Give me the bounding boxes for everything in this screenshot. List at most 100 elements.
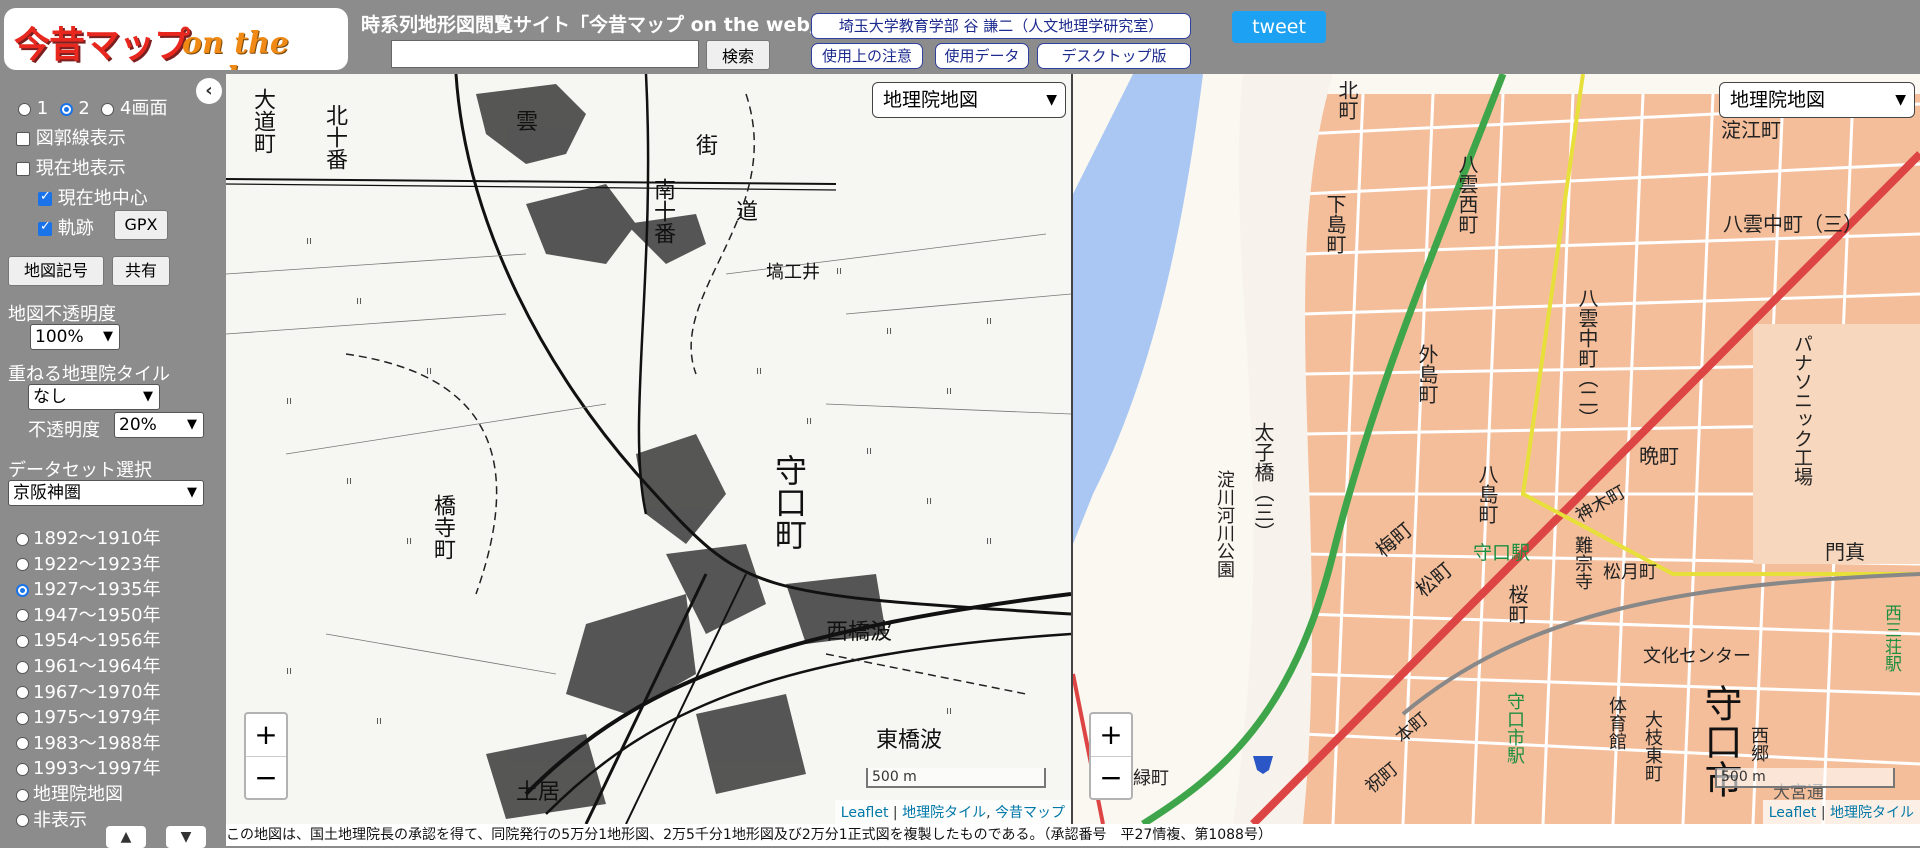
map-label: 門真 xyxy=(1825,540,1865,564)
radio-icon[interactable] xyxy=(16,686,29,700)
overlay-opacity-select[interactable]: 20% ▼ xyxy=(114,412,204,438)
zoom-out-button[interactable]: − xyxy=(1091,757,1131,799)
toggle-grid-lines[interactable]: 図郭線表示 xyxy=(16,124,126,150)
gsi-tile-link[interactable]: 地理院タイル xyxy=(1830,805,1914,821)
gpx-button[interactable]: GPX xyxy=(114,210,168,240)
overlay-tile-select[interactable]: なし ▼ xyxy=(28,384,160,410)
right-layer-select[interactable]: 地理院地図 ▼ xyxy=(1719,82,1915,118)
screen-option-2[interactable]: 2 xyxy=(59,98,90,119)
radio-icon[interactable] xyxy=(18,102,31,116)
svg-text:ıı: ıı xyxy=(346,474,352,487)
radio-icon[interactable] xyxy=(16,558,29,572)
checkbox-icon[interactable] xyxy=(38,219,52,236)
svg-text:ıı: ıı xyxy=(926,494,932,507)
arrow-up-button[interactable]: ▲ xyxy=(106,826,146,848)
dataset-select[interactable]: 京阪神圏 ▼ xyxy=(8,480,204,506)
checkbox-icon[interactable] xyxy=(38,189,52,206)
map-label: 西橋波 xyxy=(826,620,893,645)
toggle-track[interactable]: 軌跡 xyxy=(38,214,94,240)
radio-icon[interactable] xyxy=(59,102,73,116)
checkbox-icon[interactable] xyxy=(16,132,30,146)
scale-bar: 500 m xyxy=(866,768,1046,788)
toggle-location-center[interactable]: 現在地中心 xyxy=(38,184,148,210)
radio-icon[interactable] xyxy=(16,532,29,546)
radio-icon[interactable] xyxy=(16,737,29,751)
screen-option-1[interactable]: 1 xyxy=(18,98,48,119)
toggle-current-location[interactable]: 現在地表示 xyxy=(16,154,126,180)
map-label: 土居 xyxy=(516,780,561,805)
map-label: 桜町 xyxy=(1505,584,1529,624)
map-label: パナソニック工場 xyxy=(1791,334,1813,486)
radio-icon[interactable] xyxy=(16,762,29,776)
svg-text:ıı: ıı xyxy=(986,314,992,327)
svg-text:ıı: ıı xyxy=(886,324,892,337)
caution-link[interactable]: 使用上の注意 xyxy=(811,43,923,69)
chevron-down-icon: ▼ xyxy=(187,417,197,432)
period-option[interactable]: 1975〜1979年 xyxy=(16,703,161,729)
radio-icon[interactable] xyxy=(16,583,29,597)
radio-icon[interactable] xyxy=(16,788,29,802)
map-label: 北十番 xyxy=(322,104,347,170)
search-input[interactable] xyxy=(391,40,699,68)
period-option[interactable]: 1892〜1910年 xyxy=(16,524,161,550)
map-right-modern[interactable]: 北町 淀江町 八雲西町 八雲中町（三） 下島町 八雲中町（二） 外島町 太子橋（… xyxy=(1073,74,1920,824)
leaflet-link[interactable]: Leaflet xyxy=(1769,805,1817,821)
screen-option-4[interactable]: 4画面 xyxy=(101,98,167,119)
radio-icon[interactable] xyxy=(16,660,29,674)
svg-text:ıı: ıı xyxy=(356,294,362,307)
map-label: 淀川河川公園 xyxy=(1214,470,1235,578)
svg-text:ıı: ıı xyxy=(756,364,762,377)
search-button[interactable]: 検索 xyxy=(706,40,770,70)
radio-icon[interactable] xyxy=(16,711,29,725)
konjaku-link[interactable]: 今昔マップ xyxy=(995,805,1065,821)
radio-icon[interactable] xyxy=(16,634,29,648)
period-option[interactable]: 1993〜1997年 xyxy=(16,754,161,780)
period-option[interactable]: 非表示 xyxy=(16,806,87,832)
opacity-label: 地図不透明度 xyxy=(8,304,116,325)
site-logo[interactable]: 今昔マップ on the web xyxy=(4,8,348,70)
period-option[interactable]: 地理院地図 xyxy=(16,780,123,806)
svg-text:ıı: ıı xyxy=(286,664,292,677)
scale-bar: 500 m xyxy=(1715,768,1895,788)
radio-icon[interactable] xyxy=(16,814,29,828)
period-option[interactable]: 1954〜1956年 xyxy=(16,626,161,652)
chevron-left-icon[interactable]: ‹ xyxy=(196,78,222,104)
radio-icon[interactable] xyxy=(16,609,29,623)
arrow-down-button[interactable]: ▼ xyxy=(166,826,206,848)
period-option[interactable]: 1947〜1950年 xyxy=(16,601,161,627)
radio-icon[interactable] xyxy=(101,102,115,116)
author-link[interactable]: 埼玉大学教育学部 谷 謙二（人文地理学研究室） xyxy=(811,13,1191,39)
gsi-tile-link[interactable]: 地理院タイル xyxy=(902,805,986,821)
period-option[interactable]: 1983〜1988年 xyxy=(16,729,161,755)
period-option[interactable]: 1922〜1923年 xyxy=(16,550,161,576)
svg-text:ıı: ıı xyxy=(376,714,382,727)
tweet-button[interactable]: tweet xyxy=(1232,11,1326,43)
chevron-down-icon: ▼ xyxy=(1046,92,1057,108)
checkbox-icon[interactable] xyxy=(16,162,30,176)
zoom-out-button[interactable]: − xyxy=(246,757,286,799)
map-label: 難宗寺 xyxy=(1572,536,1593,590)
map-label: 大枝東町 xyxy=(1642,710,1663,782)
map-label: 南十番 xyxy=(650,178,675,244)
zoom-in-button[interactable]: + xyxy=(246,714,286,757)
map-label: 八雲中町（三） xyxy=(1723,212,1863,236)
share-button[interactable]: 共有 xyxy=(112,256,170,286)
period-option[interactable]: 1967〜1970年 xyxy=(16,678,161,704)
data-link[interactable]: 使用データ xyxy=(935,43,1029,69)
chevron-down-icon: ▼ xyxy=(1895,92,1906,108)
map-label: 八雲西町 xyxy=(1455,154,1479,234)
map-label: 淀江町 xyxy=(1721,118,1781,142)
map-label: 北町 xyxy=(1335,80,1359,120)
desktop-version-link[interactable]: デスクトップ版 xyxy=(1037,43,1191,69)
leaflet-link[interactable]: Leaflet xyxy=(841,805,889,821)
zoom-in-button[interactable]: + xyxy=(1091,714,1131,757)
map-symbols-button[interactable]: 地図記号 xyxy=(8,256,104,286)
map-label: 大道町 xyxy=(250,88,275,154)
left-layer-select[interactable]: 地理院地図 ▼ xyxy=(872,82,1066,118)
opacity-select[interactable]: 100% ▼ xyxy=(30,324,120,350)
period-option[interactable]: 1961〜1964年 xyxy=(16,652,161,678)
map-label: 下島町 xyxy=(1323,194,1347,254)
map-label: 東橋波 xyxy=(876,728,943,753)
period-option[interactable]: 1927〜1935年 xyxy=(16,575,161,601)
map-left-historic[interactable]: ıı ıı ıı ıı ıı ıı ıı ıı ıı ıı ıı ıı ıı ıı ıı ıı ıı ı… xyxy=(226,74,1071,824)
